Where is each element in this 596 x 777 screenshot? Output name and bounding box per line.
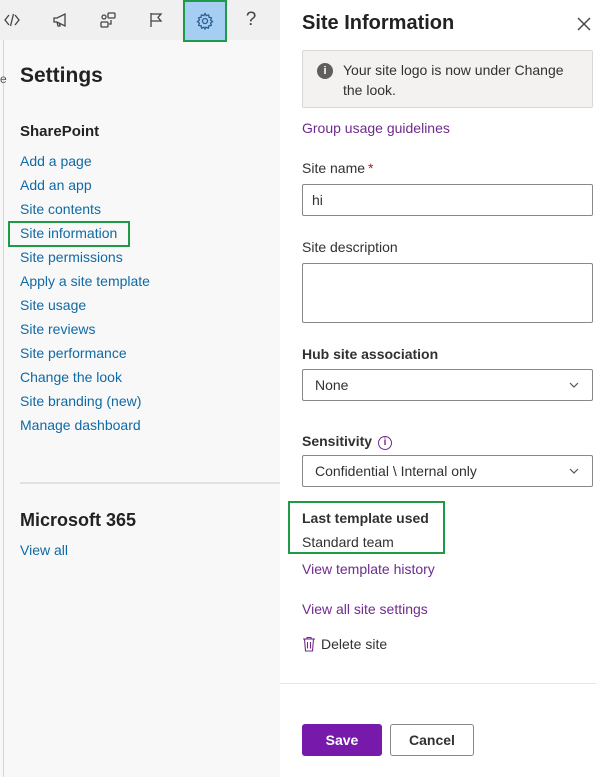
chevron-down-icon (569, 382, 579, 388)
info-circle-icon[interactable]: i (378, 436, 393, 450)
close-icon[interactable] (575, 15, 593, 33)
sensitivity-label-text: Sensitivity (302, 433, 373, 449)
delete-site-label: Delete site (321, 636, 388, 652)
link-label[interactable]: Add an app (20, 177, 92, 193)
last-template-value: Standard team (302, 534, 394, 550)
link-site-permissions[interactable]: Site permissions (20, 248, 150, 272)
link-site-performance[interactable]: Site performance (20, 344, 150, 368)
link-label[interactable]: Manage dashboard (20, 417, 141, 433)
link-site-branding[interactable]: Site branding (new) (20, 392, 150, 416)
link-label[interactable]: Site permissions (20, 249, 123, 265)
link-manage-dashboard[interactable]: Manage dashboard (20, 416, 150, 440)
site-name-label: Site name * (302, 160, 374, 176)
sensitivity-dropdown[interactable]: Confidential \ Internal only (302, 455, 593, 487)
trash-icon (303, 636, 315, 652)
link-label[interactable]: Apply a site template (20, 273, 150, 289)
sensitivity-value: Confidential \ Internal only (315, 463, 477, 479)
link-apply-site-template[interactable]: Apply a site template (20, 272, 150, 296)
link-site-reviews[interactable]: Site reviews (20, 320, 150, 344)
info-message: Your site logo is now under Change the l… (343, 62, 564, 98)
microsoft-365-heading: Microsoft 365 (20, 510, 137, 530)
sharepoint-links: Add a page Add an app Site contents Site… (20, 152, 150, 440)
site-description-label: Site description (302, 239, 398, 255)
save-button[interactable]: Save (302, 724, 382, 756)
link-add-app[interactable]: Add an app (20, 176, 150, 200)
link-site-usage[interactable]: Site usage (20, 296, 150, 320)
megaphone-icon[interactable] (40, 0, 80, 40)
site-information-highlight (8, 221, 130, 247)
link-add-page[interactable]: Add a page (20, 152, 150, 176)
link-label[interactable]: Add a page (20, 153, 92, 169)
required-marker: * (368, 160, 374, 176)
suite-toolbar: ? (0, 0, 280, 42)
panel-title: Site Information (302, 12, 455, 34)
link-label[interactable]: Site contents (20, 201, 101, 217)
site-description-input[interactable] (302, 263, 593, 323)
cancel-button[interactable]: Cancel (390, 724, 474, 756)
view-all-link[interactable]: View all (20, 542, 68, 558)
footer-divider (280, 683, 596, 684)
flag-icon[interactable] (136, 0, 176, 40)
view-template-history-link[interactable]: View template history (302, 561, 435, 577)
site-name-label-text: Site name (302, 160, 366, 176)
site-name-input[interactable] (302, 184, 593, 216)
settings-title: Settings (20, 64, 103, 87)
link-label[interactable]: Site branding (new) (20, 393, 141, 409)
group-usage-guidelines-link[interactable]: Group usage guidelines (302, 120, 450, 136)
share-icon[interactable] (88, 0, 128, 40)
pane-edge-divider (3, 40, 4, 777)
site-information-panel: Site Information i Your site logo is now… (280, 0, 596, 777)
sensitivity-label: Sensitivity i (302, 433, 393, 450)
gear-icon[interactable] (183, 0, 227, 42)
clipped-text: e (0, 72, 7, 86)
hub-site-association-label: Hub site association (302, 346, 439, 362)
link-label[interactable]: Site usage (20, 297, 86, 313)
link-label[interactable]: Change the look (20, 369, 122, 385)
help-icon[interactable]: ? (231, 0, 271, 40)
info-icon: i (317, 63, 333, 79)
link-change-the-look[interactable]: Change the look (20, 368, 150, 392)
settings-pane: e ? Settings SharePoint Add a page Add a… (0, 0, 280, 777)
link-label[interactable]: Site performance (20, 345, 127, 361)
last-template-label: Last template used (302, 510, 429, 526)
link-label[interactable]: Site reviews (20, 321, 95, 337)
view-all-site-settings-link[interactable]: View all site settings (302, 601, 428, 617)
chevron-down-icon (569, 468, 579, 474)
delete-site-button[interactable]: Delete site (302, 636, 387, 652)
code-icon[interactable] (0, 0, 32, 40)
info-message-bar: i Your site logo is now under Change the… (302, 50, 593, 108)
hub-site-value: None (315, 377, 349, 393)
sharepoint-heading: SharePoint (20, 123, 100, 140)
section-divider (20, 482, 280, 484)
hub-site-dropdown[interactable]: None (302, 369, 593, 401)
